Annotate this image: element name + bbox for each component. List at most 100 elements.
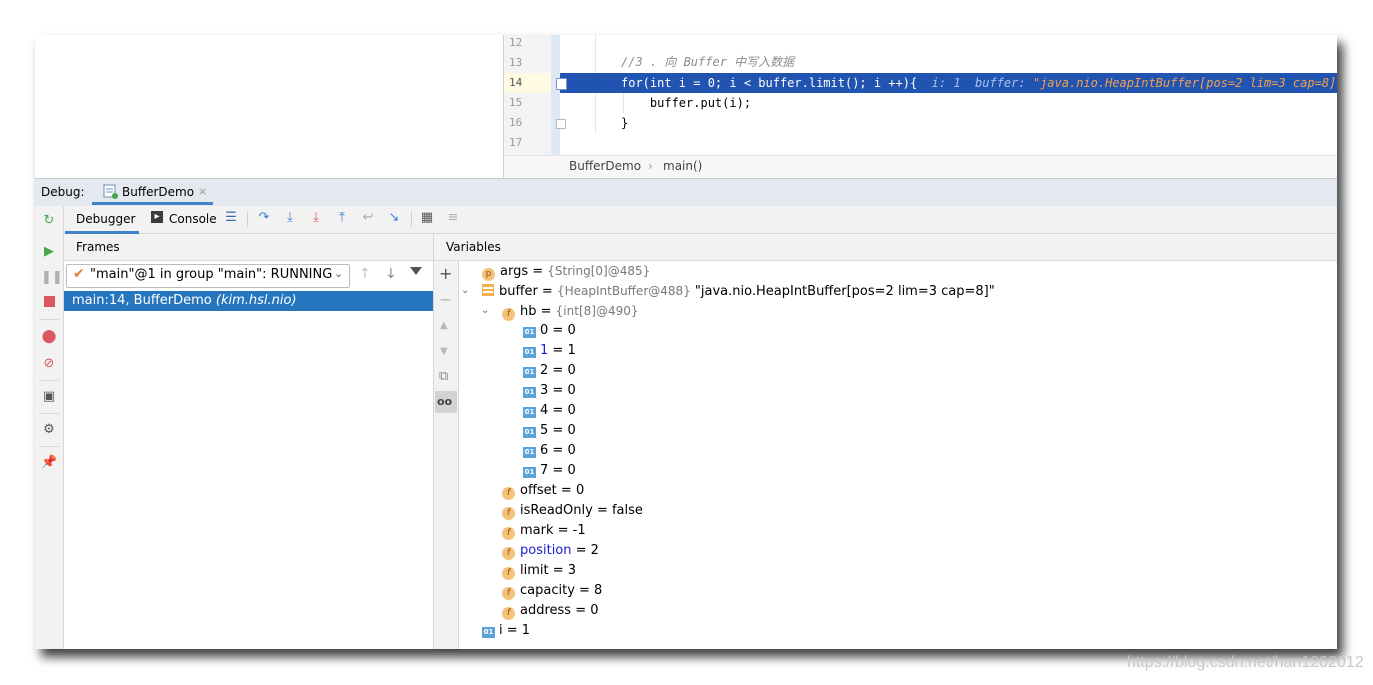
pause-icon[interactable]: ❚❚ xyxy=(41,270,63,286)
debugger-tab-row xyxy=(64,206,1337,234)
array-item-row[interactable]: 01 1 = 1 xyxy=(523,341,576,361)
primitive-icon: 01 xyxy=(523,427,536,438)
var-name: buffer xyxy=(499,284,538,299)
code-text: for(int i = 0; i < buffer.limit(); i ++)… xyxy=(621,76,918,90)
tab-debugger[interactable]: Debugger xyxy=(76,212,135,226)
editor-left-pane xyxy=(35,35,504,178)
field-name: isReadOnly xyxy=(520,503,593,518)
breadcrumb-method[interactable]: main() xyxy=(663,159,702,173)
field-value: = 3 xyxy=(548,563,577,578)
move-down-icon[interactable]: ▼ xyxy=(440,346,448,357)
debug-tab-title: BufferDemo xyxy=(122,185,195,199)
drop-frame-icon[interactable]: ↩ xyxy=(360,210,376,226)
move-up-icon[interactable]: ▲ xyxy=(440,320,448,331)
array-item-row[interactable]: 01 2 = 0 xyxy=(523,361,576,381)
frame-up-icon[interactable]: ↑ xyxy=(359,266,371,282)
force-step-into-icon[interactable]: ⤓ xyxy=(308,210,324,226)
var-name: args xyxy=(500,264,529,279)
run-config-icon xyxy=(103,184,118,199)
array-item-row[interactable]: 01 4 = 0 xyxy=(523,401,576,421)
tab-console[interactable]: Console xyxy=(169,212,217,226)
field-row[interactable]: f mark = -1 xyxy=(502,521,586,541)
add-watch-icon[interactable]: + xyxy=(439,264,452,283)
field-icon: f xyxy=(502,587,515,600)
code-line: buffer.put(i); xyxy=(621,96,752,110)
field-row[interactable]: f capacity = 8 xyxy=(502,581,602,601)
field-value: = 8 xyxy=(574,583,603,598)
show-execution-point-icon[interactable]: ↷ xyxy=(256,210,272,226)
primitive-icon: 01 xyxy=(523,407,536,418)
field-value: = false xyxy=(592,503,643,518)
variable-row-hb[interactable]: f hb = {int[8]@490} xyxy=(502,301,639,321)
array-item-row[interactable]: 01 3 = 0 xyxy=(523,381,576,401)
line-number: 12 xyxy=(509,36,523,49)
field-row[interactable]: f limit = 3 xyxy=(502,561,576,581)
menu-icon[interactable]: ☰ xyxy=(223,210,239,226)
view-breakpoints-icon[interactable]: ⬤ xyxy=(41,329,57,345)
stop-icon[interactable] xyxy=(41,296,57,312)
field-icon: f xyxy=(502,507,515,520)
array-value: = 0 xyxy=(548,363,576,378)
variable-row-i[interactable]: 01 i = 1 xyxy=(482,621,530,641)
mute-breakpoints-icon[interactable]: ⊘ xyxy=(41,356,57,372)
fold-icon[interactable] xyxy=(556,119,566,129)
toolbar-separator xyxy=(247,211,248,227)
remove-watch-icon[interactable]: − xyxy=(439,290,452,309)
chevron-down-icon[interactable]: ⌄ xyxy=(481,305,489,316)
primitive-icon: 01 xyxy=(523,327,536,338)
filter-icon[interactable] xyxy=(410,267,422,275)
step-over-icon[interactable]: ⤓ xyxy=(282,210,298,226)
execution-point-icon[interactable] xyxy=(556,78,567,90)
array-value: = 0 xyxy=(548,323,576,338)
camera-icon[interactable]: ▣ xyxy=(41,389,57,405)
gutter-strip xyxy=(551,35,560,155)
pin-icon[interactable]: 📌 xyxy=(41,455,57,471)
run-to-cursor-icon[interactable]: ↘ xyxy=(386,210,402,226)
field-icon: f xyxy=(502,527,515,540)
frame-down-icon[interactable]: ↓ xyxy=(385,266,397,282)
tab-underline xyxy=(92,202,213,205)
var-eq: = xyxy=(537,284,557,299)
variable-row-args[interactable]: p args = {String[0]@485} xyxy=(482,261,650,281)
field-name: mark xyxy=(520,523,554,538)
gear-icon[interactable]: ⚙ xyxy=(41,422,57,438)
check-icon: ✔ xyxy=(73,266,85,282)
step-out-icon[interactable]: ⤒ xyxy=(334,210,350,226)
rerun-icon[interactable]: ↻ xyxy=(41,213,57,229)
toolbar-separator xyxy=(39,446,59,447)
field-name: limit xyxy=(520,563,549,578)
inline-value-i: i: 1 xyxy=(931,76,961,90)
array-item-row[interactable]: 01 7 = 0 xyxy=(523,461,576,481)
frames-title: Frames xyxy=(76,240,120,254)
indent-guide xyxy=(595,35,596,73)
field-name: position xyxy=(520,543,572,558)
watermark: https://blog.csdn.net/han1202012 xyxy=(1127,654,1364,671)
copy-icon[interactable]: ⧉ xyxy=(439,369,448,384)
primitive-icon: 01 xyxy=(523,367,536,378)
trace-stream-icon[interactable]: ≡ xyxy=(445,210,461,226)
object-icon xyxy=(482,284,494,296)
variable-row-buffer[interactable]: buffer = {HeapIntBuffer@488} "java.nio.H… xyxy=(482,281,995,301)
var-name: hb xyxy=(520,304,537,319)
field-row[interactable]: f position = 2 xyxy=(502,541,599,561)
field-row[interactable]: f address = 0 xyxy=(502,601,599,621)
parameter-icon: p xyxy=(482,268,495,281)
var-eq: = xyxy=(528,264,548,279)
variables-title: Variables xyxy=(446,240,501,254)
var-eq: = xyxy=(536,304,556,319)
array-item-row[interactable]: 01 5 = 0 xyxy=(523,421,576,441)
chevron-down-icon[interactable]: ⌄ xyxy=(461,285,469,296)
array-item-row[interactable]: 01 0 = 0 xyxy=(523,321,576,341)
array-value: = 0 xyxy=(548,423,576,438)
field-row[interactable]: f isReadOnly = false xyxy=(502,501,643,521)
resume-icon[interactable]: ▶ xyxy=(41,244,57,260)
chevron-down-icon[interactable]: ⌄ xyxy=(334,267,343,280)
field-row[interactable]: f offset = 0 xyxy=(502,481,584,501)
field-value: = 2 xyxy=(571,543,599,558)
array-item-row[interactable]: 01 6 = 0 xyxy=(523,441,576,461)
breadcrumb-class[interactable]: BufferDemo xyxy=(569,159,641,173)
close-icon[interactable]: × xyxy=(198,185,207,198)
console-icon: ▸ xyxy=(151,211,163,223)
evaluate-expression-icon[interactable]: ▦ xyxy=(419,210,435,226)
field-icon: f xyxy=(502,547,515,560)
